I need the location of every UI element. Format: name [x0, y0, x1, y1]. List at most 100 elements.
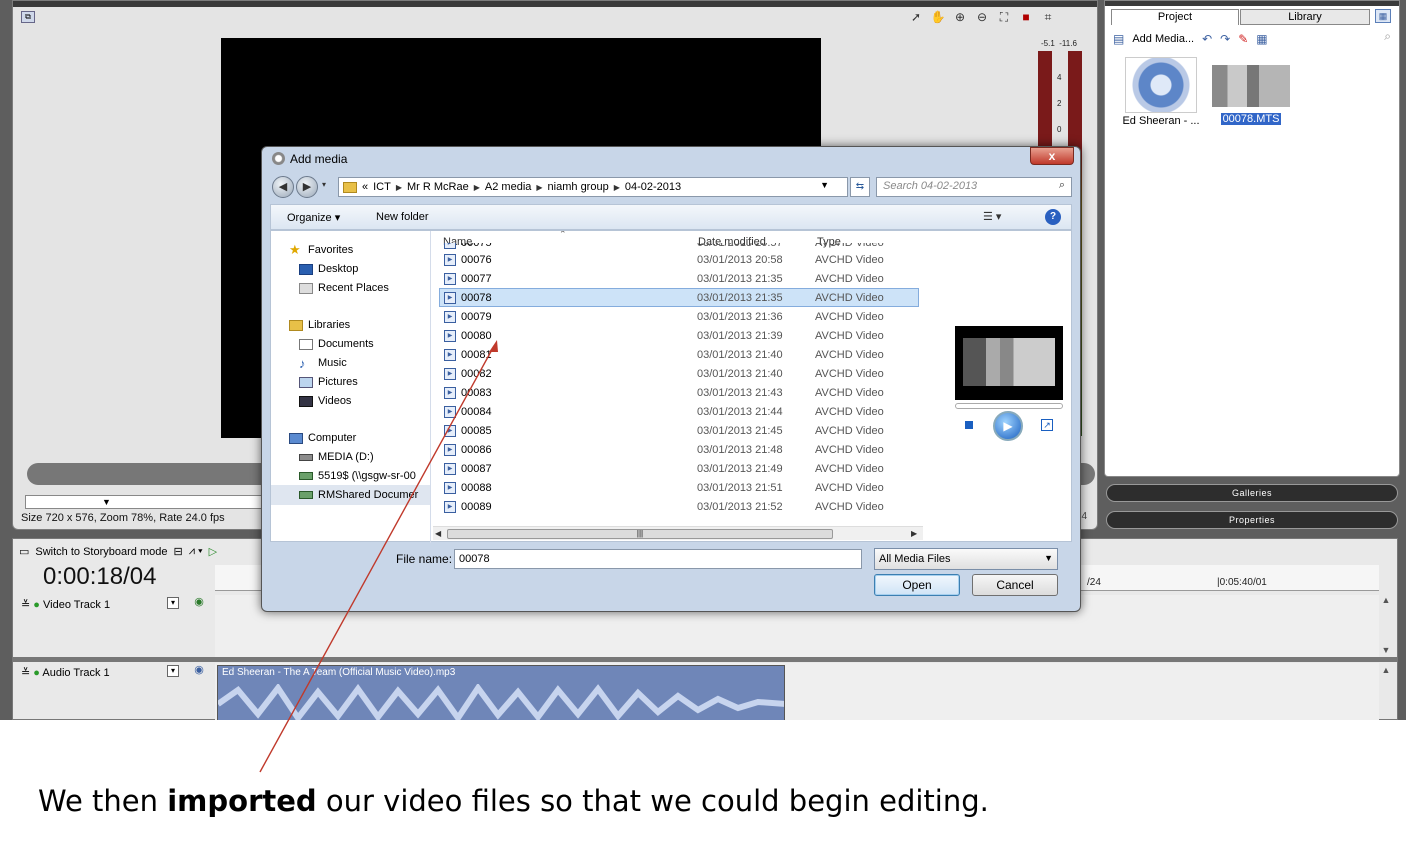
hand-icon[interactable]: ✋	[929, 9, 947, 25]
storyboard-icon[interactable]: ▭	[19, 545, 29, 558]
redo-icon[interactable]: ↷	[1220, 32, 1230, 46]
file-row[interactable]: ▶ 00082 03/01/2013 21:40 AVCHD Video	[439, 364, 919, 383]
file-row[interactable]: ▶ 00079 03/01/2013 21:36 AVCHD Video	[439, 307, 919, 326]
close-button[interactable]: x	[1030, 147, 1074, 165]
breadcrumb-item[interactable]: A2 media	[485, 181, 531, 193]
properties-bar[interactable]: Properties	[1106, 511, 1398, 529]
breadcrumb-item[interactable]: Mr R McRae	[407, 181, 469, 193]
chevron-right-icon[interactable]: ▶	[474, 183, 480, 192]
breadcrumb-item[interactable]: 04-02-2013	[625, 181, 681, 193]
organize-icon[interactable]: ▦	[1256, 32, 1267, 46]
address-dropdown-icon[interactable]: ▼	[820, 180, 829, 190]
file-row[interactable]: ▶ 00081 03/01/2013 21:40 AVCHD Video	[439, 345, 919, 364]
galleries-bar[interactable]: Galleries	[1106, 484, 1398, 502]
file-row[interactable]: ▶ 00080 03/01/2013 21:39 AVCHD Video	[439, 326, 919, 345]
media-search-icon[interactable]: ⌕	[1384, 29, 1391, 44]
horizontal-scrollbar[interactable]: ◀ ||| ▶	[433, 526, 923, 540]
media-item-video[interactable]: 00078.MTS	[1211, 57, 1291, 125]
pointer-icon[interactable]: ➚	[907, 9, 925, 25]
search-icon[interactable]: ⌕	[1059, 179, 1065, 192]
link-icon[interactable]: ⊟	[173, 545, 182, 558]
undo-icon[interactable]: ↶	[1202, 32, 1212, 46]
file-row[interactable]: ▶ 00087 03/01/2013 21:49 AVCHD Video	[439, 459, 919, 478]
file-row[interactable]: ▶ 00085 03/01/2013 21:45 AVCHD Video	[439, 421, 919, 440]
chevron-down-icon[interactable]: ▼	[1044, 553, 1053, 563]
stop-icon[interactable]	[965, 421, 973, 429]
audio-track[interactable]: Ed Sheeran - The A Team (Official Music …	[215, 663, 1379, 720]
file-row[interactable]: ▶ 00078 03/01/2013 21:35 AVCHD Video	[439, 288, 919, 307]
file-row[interactable]: ▶ 00086 03/01/2013 21:48 AVCHD Video	[439, 440, 919, 459]
nav-item[interactable]: Desktop	[299, 260, 358, 278]
timeline-scrollbar[interactable]: ▲ ▼ ▲	[1379, 595, 1393, 715]
views-icon[interactable]: ☰ ▾	[983, 210, 1001, 223]
play-icon[interactable]: ▷	[209, 545, 217, 558]
remove-icon[interactable]: ✎	[1238, 32, 1248, 46]
forward-icon[interactable]: ▶	[296, 176, 318, 198]
new-folder-button[interactable]: New folder	[376, 211, 429, 223]
media-view-icon[interactable]: ▦	[1375, 9, 1391, 23]
back-icon[interactable]: ◀	[272, 176, 294, 198]
preview-progress[interactable]	[955, 403, 1063, 409]
scroll-left-icon[interactable]: ◀	[435, 529, 441, 538]
tab-library[interactable]: Library	[1240, 9, 1370, 25]
breadcrumb-item[interactable]: niamh group	[548, 181, 609, 193]
file-row[interactable]: ▶ 00075 03/01/2013 20:57 AVCHD Video	[439, 242, 919, 250]
zoom-in-icon[interactable]: ⊕	[951, 9, 969, 25]
play-icon[interactable]: ▶	[993, 411, 1023, 441]
nav-item[interactable]: MEDIA (D:)	[299, 448, 374, 466]
refresh-icon[interactable]: ⇆	[850, 177, 870, 197]
file-row[interactable]: ▶ 00076 03/01/2013 20:58 AVCHD Video	[439, 250, 919, 269]
file-row[interactable]: ▶ 00077 03/01/2013 21:35 AVCHD Video	[439, 269, 919, 288]
storyboard-mode-button[interactable]: Switch to Storyboard mode	[35, 546, 167, 558]
open-button[interactable]: Open	[874, 574, 960, 596]
address-bar[interactable]: « ICT ▶ Mr R McRae ▶ A2 media ▶ niamh gr…	[338, 177, 848, 197]
crop-icon[interactable]: ⌗	[1039, 9, 1057, 25]
visibility-icon[interactable]: ◉	[193, 597, 205, 609]
file-row[interactable]: ▶ 00084 03/01/2013 21:44 AVCHD Video	[439, 402, 919, 421]
audio-clip[interactable]: Ed Sheeran - The A Team (Official Music …	[217, 665, 785, 720]
waveform-icon[interactable]: ⩘ ▾	[189, 545, 203, 558]
nav-item[interactable]: Computer	[289, 429, 356, 447]
search-input[interactable]: Search 04-02-2013 ⌕	[876, 177, 1072, 197]
zoom-out-icon[interactable]: ⊖	[973, 9, 991, 25]
breadcrumb-prefix[interactable]: «	[362, 181, 368, 193]
nav-item[interactable]: ♪ Music	[299, 354, 347, 372]
nav-item[interactable]: Libraries	[289, 316, 350, 334]
nav-item[interactable]: Pictures	[299, 373, 358, 391]
organize-button[interactable]: Organize ▾	[287, 211, 340, 224]
fit-icon[interactable]: ⛶	[995, 9, 1013, 25]
track-separator[interactable]	[13, 657, 1397, 662]
preview-layout-button[interactable]: ⧉	[21, 11, 35, 23]
chevron-right-icon[interactable]: ▶	[536, 183, 542, 192]
popout-icon[interactable]: ↗	[1041, 419, 1053, 431]
record-icon[interactable]: ■	[1017, 9, 1035, 25]
position-marker-icon[interactable]: ▼	[102, 497, 111, 507]
filetype-select[interactable]: All Media Files ▼	[874, 548, 1058, 570]
preview-position-strip[interactable]: ▼	[25, 495, 265, 509]
chevron-right-icon[interactable]: ▶	[614, 183, 620, 192]
chevron-right-icon[interactable]: ▶	[396, 183, 402, 192]
file-row[interactable]: ▶ 00089 03/01/2013 21:52 AVCHD Video	[439, 497, 919, 516]
nav-item[interactable]: 5519$ (\\gsgw-sr-00	[299, 467, 416, 485]
nav-item[interactable]: Recent Places	[299, 279, 389, 297]
add-media-icon[interactable]: ▤	[1113, 32, 1124, 46]
add-media-button[interactable]: Add Media...	[1132, 33, 1194, 45]
track-menu-icon[interactable]: ▾	[167, 597, 179, 609]
nav-item[interactable]: Videos	[299, 392, 351, 410]
speaker-icon[interactable]: ◉	[193, 665, 205, 677]
filename-input[interactable]	[454, 549, 862, 569]
tab-project[interactable]: Project	[1111, 9, 1239, 25]
cancel-button[interactable]: Cancel	[972, 574, 1058, 596]
media-item-audio[interactable]: Ed Sheeran - ...	[1121, 57, 1201, 127]
nav-item[interactable]: RMShared Documer	[299, 486, 418, 504]
help-icon[interactable]: ?	[1045, 209, 1061, 225]
scroll-thumb[interactable]: |||	[447, 529, 833, 539]
track-menu-icon[interactable]: ▾	[167, 665, 179, 677]
file-row[interactable]: ▶ 00083 03/01/2013 21:43 AVCHD Video	[439, 383, 919, 402]
breadcrumb-item[interactable]: ICT	[373, 181, 391, 193]
scroll-right-icon[interactable]: ▶	[911, 529, 917, 538]
file-row[interactable]: ▶ 00088 03/01/2013 21:51 AVCHD Video	[439, 478, 919, 497]
recent-pages-icon[interactable]: ▾	[322, 180, 326, 189]
nav-item[interactable]: Documents	[299, 335, 374, 353]
nav-item[interactable]: ★ Favorites	[289, 241, 353, 259]
